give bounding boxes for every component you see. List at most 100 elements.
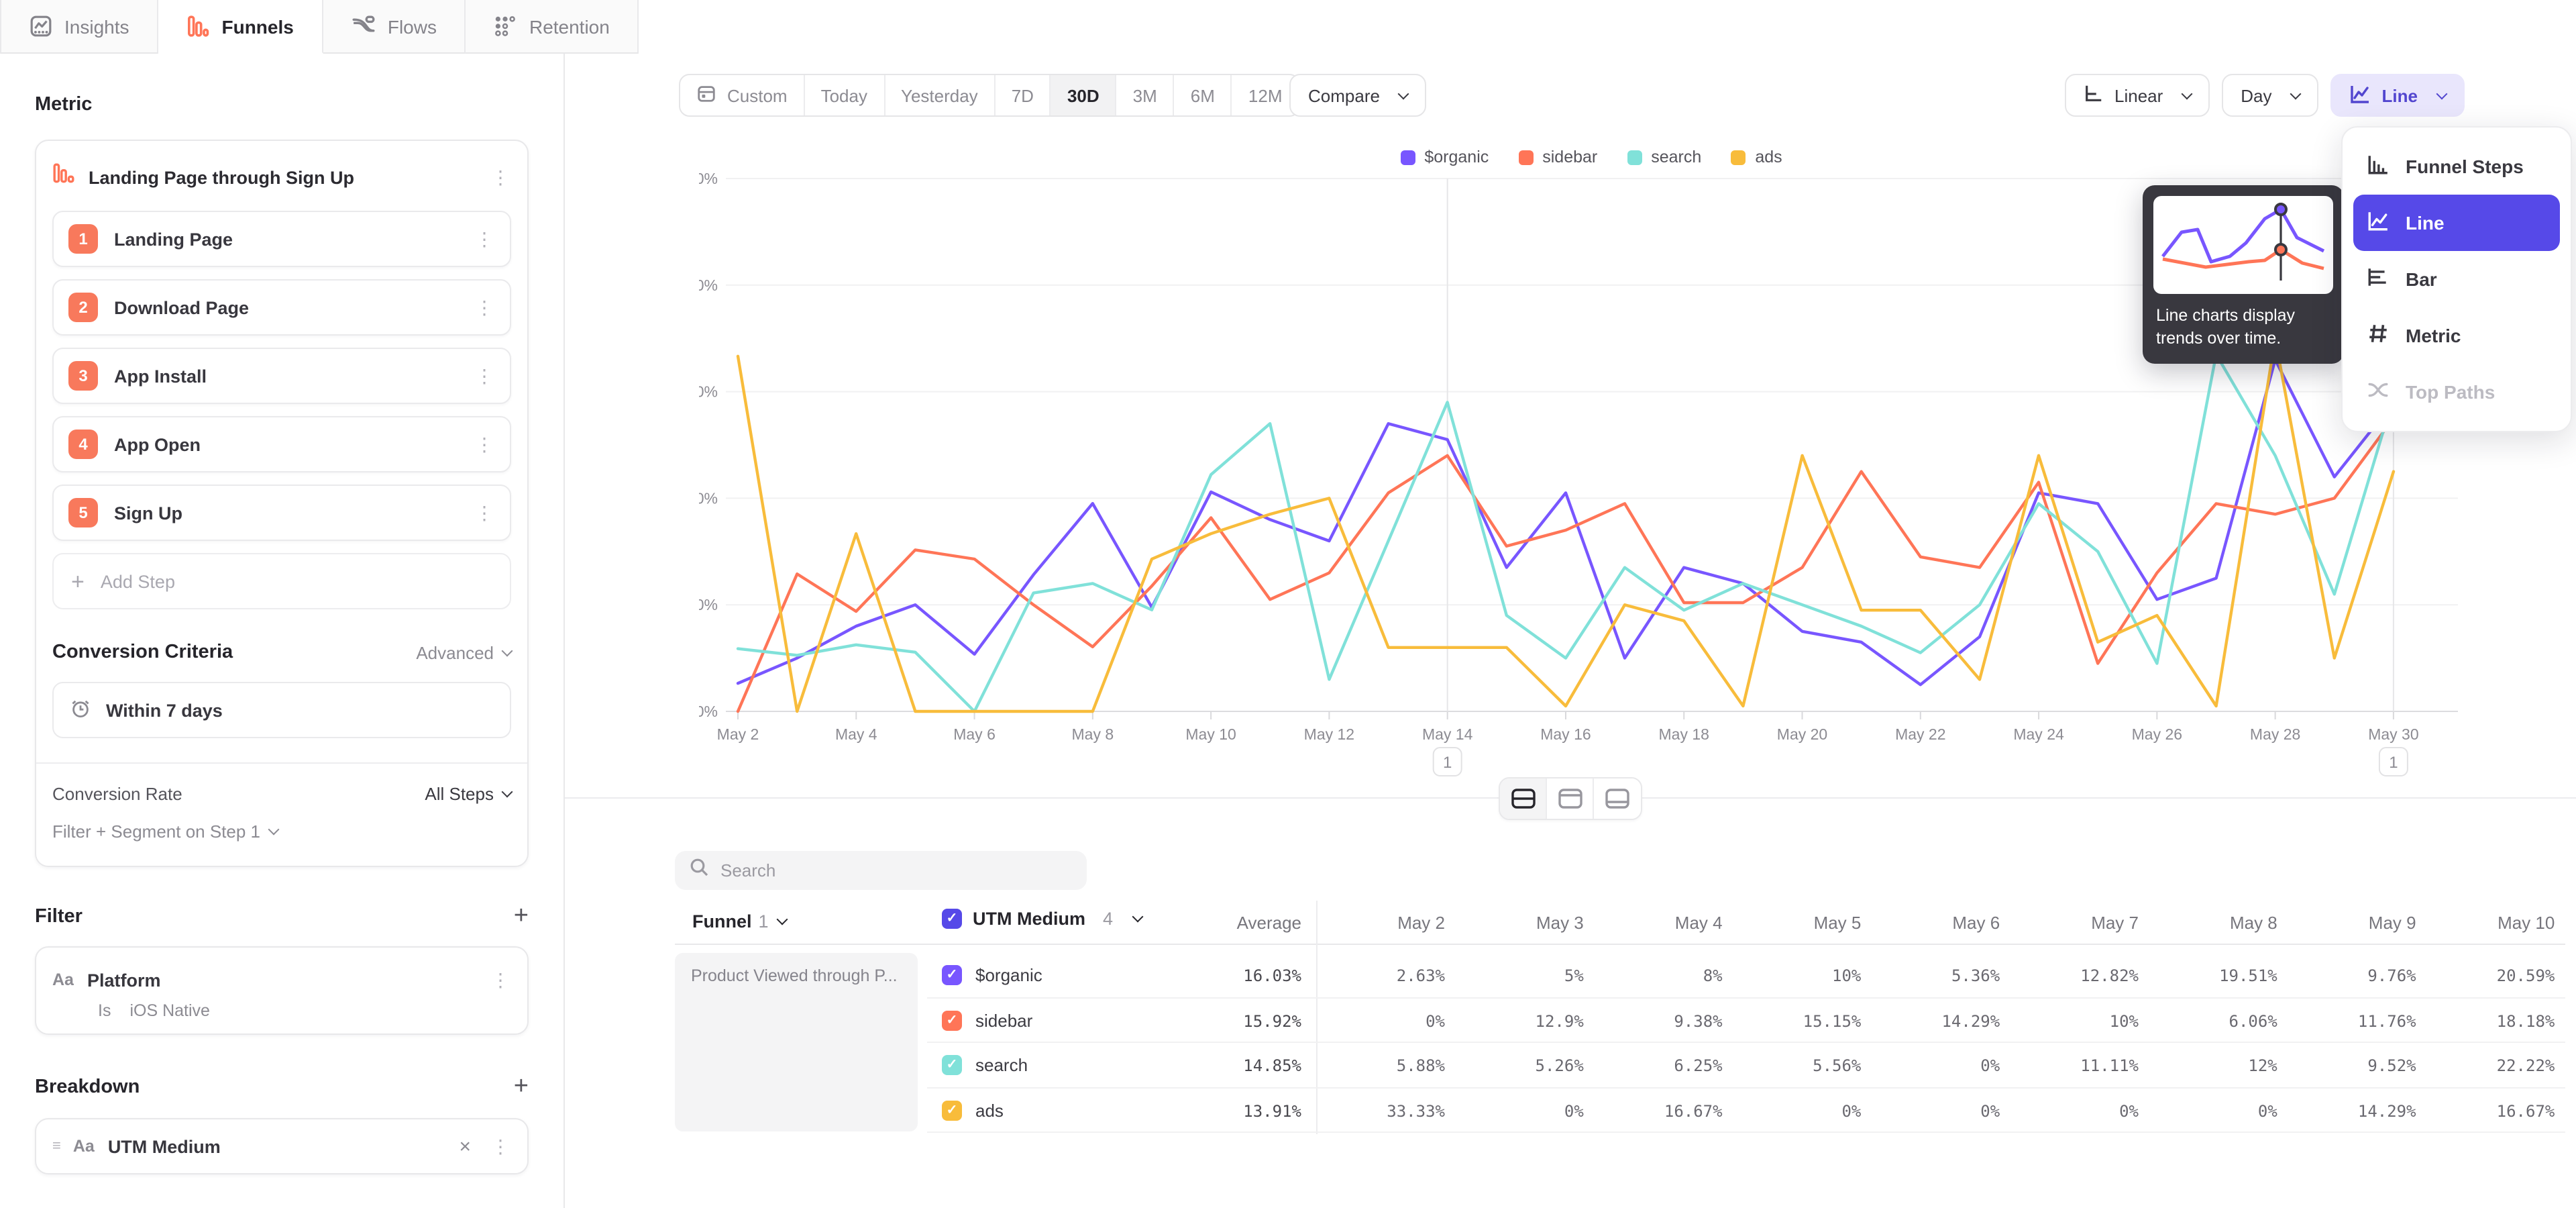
menu-item-metric[interactable]: Metric [2353, 307, 2560, 364]
date-column-header: May 9 [2289, 913, 2416, 933]
series-checkbox[interactable] [942, 1055, 962, 1075]
series-checkbox[interactable] [942, 965, 962, 985]
legend-item-search[interactable]: search [1627, 148, 1701, 166]
range-today[interactable]: Today [805, 75, 885, 115]
table-row-organic[interactable]: $organic16.03%2.63%5%8%10%5.36%12.82%19.… [927, 953, 2565, 998]
funnel-cell[interactable]: Product Viewed through P... [675, 953, 918, 1131]
table-row-sidebar[interactable]: sidebar15.92%0%12.9%9.38%15.15%14.29%10%… [927, 998, 2565, 1043]
range-yesterday[interactable]: Yesterday [885, 75, 996, 115]
series-line-sidebar[interactable] [738, 418, 2394, 711]
cell-value: 9.38% [1595, 1011, 1723, 1030]
string-type-icon: Aa [52, 970, 74, 989]
series-checkbox[interactable] [942, 1010, 962, 1030]
add-breakdown-button[interactable]: + [514, 1074, 529, 1099]
legend-label: $organic [1424, 148, 1489, 166]
legend-item-ads[interactable]: ads [1731, 148, 1782, 166]
menu-item-bar[interactable]: Bar [2353, 251, 2560, 307]
legend-item-organic[interactable]: $organic [1400, 148, 1489, 166]
range-12m[interactable]: 12M [1232, 75, 1299, 115]
range-6m[interactable]: 6M [1175, 75, 1232, 115]
funnel-step-2[interactable]: 2Download Page [52, 279, 511, 336]
step-number-badge: 5 [68, 498, 98, 527]
tab-retention[interactable]: Retention [466, 0, 639, 54]
funnels-app: Insights FunnelsFlowsRetention Metric Lan… [0, 0, 2576, 1208]
metric-kebab-icon[interactable] [490, 166, 511, 189]
tab-label: Insights [64, 15, 129, 37]
breakdown-kebab-icon[interactable] [490, 1135, 511, 1158]
funnel-step-1[interactable]: 1Landing Page [52, 211, 511, 267]
breakdown-card[interactable]: Aa UTM Medium [35, 1118, 529, 1174]
tab-flows[interactable]: Flows [323, 0, 466, 54]
tab-insights[interactable]: Insights [0, 0, 159, 54]
query-sidebar: Metric Landing Page through Sign Up 1Lan… [0, 54, 565, 1208]
range-7d[interactable]: 7D [996, 75, 1051, 115]
funnel-step-4[interactable]: 4App Open [52, 416, 511, 472]
compare-button[interactable]: Compare [1289, 74, 1427, 117]
conversion-window-button[interactable]: Within 7 days [52, 682, 511, 738]
interval-dropdown-button[interactable]: Day [2222, 74, 2318, 117]
breakdown-select-all-checkbox[interactable] [942, 909, 962, 929]
series-line-organic[interactable] [738, 360, 2394, 685]
cell-value: 33.33% [1318, 1101, 1445, 1120]
date-column-header: May 4 [1595, 913, 1723, 933]
filter-segment-dropdown[interactable]: Filter + Segment on Step 1 [52, 821, 511, 850]
cell-value: 0% [2011, 1101, 2139, 1120]
step-kebab-icon[interactable] [474, 228, 495, 250]
legend-item-sidebar[interactable]: sidebar [1518, 148, 1597, 166]
step-kebab-icon[interactable] [474, 364, 495, 387]
cell-value: 20.59% [2427, 966, 2555, 985]
menu-item-funnel-steps[interactable]: Funnel Steps [2353, 138, 2560, 195]
scale-dropdown-button[interactable]: Linear [2065, 74, 2210, 117]
funnel-step-3[interactable]: 3App Install [52, 348, 511, 404]
date-column-header: May 8 [2150, 913, 2277, 933]
filter-operator[interactable]: Is [98, 1001, 111, 1020]
menu-item-label: Bar [2406, 268, 2437, 290]
table-search-box[interactable] [675, 851, 1087, 890]
breakdown-column-header[interactable]: UTM Medium 4 [942, 909, 1141, 929]
filter-card[interactable]: Aa Platform Is iOS Native [35, 946, 529, 1035]
series-checkbox[interactable] [942, 1100, 962, 1120]
menu-item-top-paths[interactable]: Top Paths [2353, 364, 2560, 420]
remove-breakdown-icon[interactable] [459, 1135, 471, 1158]
svg-text:10%: 10% [699, 596, 718, 613]
chart-legend: $organic sidebar search ads [699, 148, 2483, 166]
chart-type-dropdown-button[interactable]: Line [2331, 74, 2465, 117]
series-line-search[interactable] [738, 354, 2394, 711]
drag-handle-icon[interactable] [52, 1138, 60, 1154]
filter-value[interactable]: iOS Native [129, 1001, 210, 1020]
funnel-metric-header[interactable]: Landing Page through Sign Up [52, 157, 511, 197]
chevron-down-icon [1132, 911, 1143, 923]
step-kebab-icon[interactable] [474, 433, 495, 456]
range-custom[interactable]: Custom [680, 75, 805, 115]
step-kebab-icon[interactable] [474, 501, 495, 524]
range-3m[interactable]: 3M [1117, 75, 1175, 115]
date-column-header: May 2 [1318, 913, 1445, 933]
step-kebab-icon[interactable] [474, 296, 495, 319]
search-icon [690, 858, 708, 883]
range-30d[interactable]: 30D [1051, 75, 1117, 115]
menu-item-line[interactable]: Line [2353, 195, 2560, 251]
funnel-metric-title: Landing Page through Sign Up [89, 167, 476, 187]
cell-value: 9.76% [2289, 966, 2416, 985]
all-steps-dropdown[interactable]: All Steps [425, 784, 511, 804]
chevron-down-icon [502, 787, 513, 798]
funnel-step-5[interactable]: 5Sign Up [52, 485, 511, 541]
filter-heading: Filter [35, 905, 514, 927]
filter-kebab-icon[interactable] [490, 968, 511, 991]
search-input[interactable] [720, 860, 1072, 880]
table-row-search[interactable]: search14.85%5.88%5.26%6.25%5.56%0%11.11%… [927, 1043, 2565, 1088]
metric-card: Landing Page through Sign Up 1Landing Pa… [35, 140, 529, 867]
cell-value: 8% [1595, 966, 1723, 985]
advanced-dropdown[interactable]: Advanced [416, 642, 511, 662]
metric-heading: Metric [35, 94, 529, 115]
top-paths-icon [2367, 379, 2390, 405]
funnel-column-header[interactable]: Funnel 1 [692, 911, 786, 932]
tab-funnels[interactable]: Funnels [159, 0, 323, 54]
add-filter-button[interactable]: + [514, 903, 529, 929]
add-step-button[interactable]: + Add Step [52, 553, 511, 609]
date-range-segmented-control: CustomTodayYesterday7D30D3M6M12M [679, 74, 1300, 117]
svg-text:40%: 40% [699, 276, 718, 294]
cell-value: 22.22% [2427, 1056, 2555, 1075]
table-row-ads[interactable]: ads13.91%33.33%0%16.67%0%0%0%0%14.29%16.… [927, 1088, 2565, 1133]
cell-value: 0% [1872, 1101, 2000, 1120]
